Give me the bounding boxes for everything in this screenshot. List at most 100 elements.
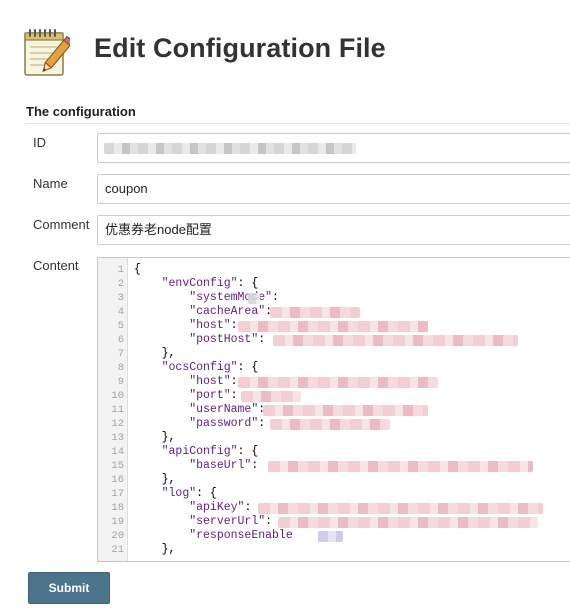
json-key: "log" (161, 487, 197, 500)
line-number: 12 (111, 418, 124, 430)
code-line: 5 "host": (98, 319, 570, 333)
line-number: 17 (111, 488, 124, 500)
name-field[interactable]: coupon (97, 174, 570, 204)
code-line: 13 }, (98, 431, 570, 445)
id-field[interactable] (97, 133, 570, 163)
section-title: The configuration (26, 104, 136, 119)
redacted-value (268, 461, 533, 472)
line-number: 19 (111, 516, 124, 528)
line-number: 21 (111, 544, 124, 556)
code-text: "postHost": (189, 333, 266, 346)
code-text: "baseUrl": (189, 459, 259, 472)
code-line: 9 "host": (98, 375, 570, 389)
json-key: "baseUrl" (189, 459, 252, 472)
code-text: "apiConfig": { (161, 445, 259, 458)
json-key: "responseEnable (189, 529, 293, 542)
code-line: 1{ (98, 263, 570, 277)
json-key: "userName" (189, 403, 259, 416)
comment-label: Comment (33, 217, 90, 232)
code-text: "log": { (161, 487, 217, 500)
name-label: Name (33, 176, 68, 191)
code-line: 2 "envConfig": { (98, 277, 570, 291)
edit-config-page: Edit Configuration File The configuratio… (0, 0, 570, 611)
line-number: 8 (117, 362, 124, 374)
line-number: 7 (117, 348, 124, 360)
code-text: "envConfig": { (161, 277, 259, 290)
code-lines: 1{2 "envConfig": {3 "systemMode": 4 "cach… (98, 263, 570, 557)
json-key: "serverUrl" (189, 515, 266, 528)
redacted-id-value (104, 143, 356, 154)
redacted-value (273, 335, 518, 346)
redacted-value (270, 307, 360, 318)
json-key: "envConfig" (161, 277, 238, 290)
content-code-editor[interactable]: 1{2 "envConfig": {3 "systemMode": 4 "cach… (97, 257, 570, 562)
line-number: 11 (111, 404, 124, 416)
page-header (22, 26, 74, 78)
page-title: Edit Configuration File (94, 33, 386, 63)
line-number: 14 (111, 446, 124, 458)
json-key: "host" (189, 375, 231, 388)
code-text: "cacheArea": (189, 305, 273, 318)
line-number: 9 (117, 376, 124, 388)
code-line: 15 "baseUrl": (98, 459, 570, 473)
json-key: "ocsConfig" (161, 361, 238, 374)
content-label: Content (33, 258, 79, 273)
code-line: 7 }, (98, 347, 570, 361)
code-text: "password": (189, 417, 266, 430)
redacted-value (238, 377, 438, 388)
code-text: "serverUrl": (189, 515, 273, 528)
json-key: "postHost" (189, 333, 259, 346)
code-line: 19 "serverUrl": (98, 515, 570, 529)
line-number: 6 (117, 334, 124, 346)
code-line: 17 "log": { (98, 487, 570, 501)
line-number: 18 (111, 502, 124, 514)
code-text: "userName": (189, 403, 266, 416)
redacted-value (258, 503, 543, 514)
code-line: 8 "ocsConfig": { (98, 361, 570, 375)
id-label: ID (33, 135, 46, 150)
line-number: 20 (111, 530, 124, 542)
comment-field[interactable]: 优惠券老node配置 (97, 215, 570, 245)
line-number: 1 (117, 264, 124, 276)
redacted-value (318, 531, 343, 542)
notepad-icon (22, 26, 74, 78)
json-key: "port" (189, 389, 231, 402)
section-divider (26, 123, 570, 124)
json-key: "apiKey" (189, 501, 245, 514)
code-line: 20 "responseEnable (98, 529, 570, 543)
line-number: 10 (111, 390, 124, 402)
line-number: 15 (111, 460, 124, 472)
code-line: 3 "systemMode": (98, 291, 570, 305)
code-line: 11 "userName": (98, 403, 570, 417)
code-text: }, (161, 347, 176, 360)
code-line: 6 "postHost": (98, 333, 570, 347)
redacted-value (238, 321, 428, 332)
line-number: 13 (111, 432, 124, 444)
redacted-value (241, 391, 301, 402)
code-text: "host": (189, 319, 238, 332)
code-text: "apiKey": (189, 501, 252, 514)
code-text: { (134, 263, 141, 276)
redacted-value (278, 517, 538, 528)
json-key: "password" (189, 417, 259, 430)
code-text: "ocsConfig": { (161, 361, 259, 374)
json-key: "host" (189, 319, 231, 332)
code-line: 10 "port": (98, 389, 570, 403)
line-number: 16 (111, 474, 124, 486)
redacted-value (270, 419, 390, 430)
code-text: }, (161, 543, 176, 556)
json-key: "cacheArea" (189, 305, 266, 318)
line-number: 3 (117, 292, 124, 304)
code-line: 16 }, (98, 473, 570, 487)
code-line: 14 "apiConfig": { (98, 445, 570, 459)
line-number: 2 (117, 278, 124, 290)
code-text: }, (161, 473, 176, 486)
code-line: 21 }, (98, 543, 570, 557)
redacted-value (263, 405, 428, 416)
code-line: 4 "cacheArea": (98, 305, 570, 319)
submit-button[interactable]: Submit (28, 572, 110, 604)
line-number: 5 (117, 320, 124, 332)
code-line: 12 "password": (98, 417, 570, 431)
code-text: }, (161, 431, 176, 444)
code-line: 18 "apiKey": (98, 501, 570, 515)
